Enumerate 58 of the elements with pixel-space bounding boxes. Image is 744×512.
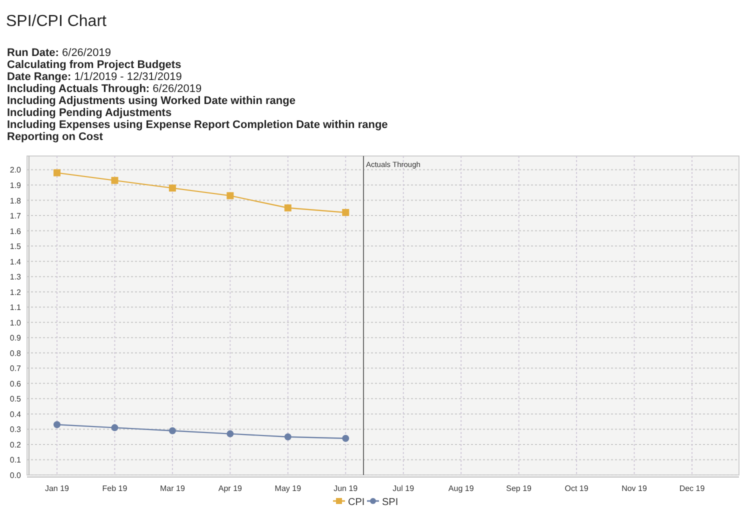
y-axis-label: 0.8 bbox=[10, 348, 21, 358]
y-axis-label: 0.4 bbox=[10, 410, 21, 419]
y-axis-label: 0.2 bbox=[10, 440, 21, 450]
y-axis-label: 1.6 bbox=[10, 226, 21, 236]
report-info-line: Including Pending Adjustments bbox=[7, 107, 173, 119]
x-axis-label: Jul 19 bbox=[392, 484, 414, 493]
point bbox=[111, 424, 118, 432]
y-axis-label: 1.0 bbox=[10, 318, 21, 328]
y-axis-label: 2.0 bbox=[10, 166, 21, 175]
point bbox=[226, 192, 234, 200]
y-axis-label: 0.6 bbox=[10, 379, 21, 388]
y-axis-label: 0.1 bbox=[10, 456, 21, 465]
y-axis-label: 0.3 bbox=[10, 425, 21, 434]
y-axis-label: 0.5 bbox=[10, 394, 21, 404]
report-info-line: Including Expenses using Expense Report Completion Date within range bbox=[7, 119, 389, 131]
y-axis-label: 1.2 bbox=[10, 288, 21, 297]
x-axis-label: Oct 19 bbox=[564, 484, 588, 493]
x-axis-label: Jan 19 bbox=[44, 484, 70, 493]
legend-label: CPI bbox=[348, 497, 365, 508]
page-title: SPI/CPI Chart bbox=[5, 12, 108, 32]
x-axis-label: Apr 19 bbox=[218, 484, 242, 493]
x-axis-label: Mar 19 bbox=[160, 484, 185, 493]
point bbox=[284, 204, 292, 212]
point bbox=[168, 184, 176, 192]
report-info-line: Reporting on Cost bbox=[7, 131, 104, 143]
x-axis-label: Nov 19 bbox=[622, 484, 647, 493]
y-axis-label: 1.5 bbox=[10, 242, 21, 252]
point bbox=[226, 430, 234, 438]
point bbox=[342, 208, 350, 216]
y-axis-label: 1.1 bbox=[10, 303, 21, 312]
point bbox=[284, 433, 292, 440]
y-axis-label: 1.9 bbox=[10, 181, 21, 190]
report-info-line: Run Date: 6/26/2019 bbox=[7, 47, 112, 59]
y-axis-label: 0.7 bbox=[10, 364, 21, 374]
report-info-line: Including Adjustments using Worked Date within range bbox=[7, 95, 296, 107]
legend-label: SPI bbox=[382, 497, 398, 508]
point bbox=[54, 421, 60, 428]
x-axis-label: Feb 19 bbox=[102, 484, 128, 493]
x-axis-label: Dec 19 bbox=[679, 484, 705, 493]
y-axis-label: 1.7 bbox=[10, 212, 21, 221]
y-axis-label: 1.3 bbox=[10, 272, 21, 282]
x-axis-label: Sep 19 bbox=[506, 484, 532, 493]
point bbox=[168, 427, 176, 434]
x-axis-label: Aug 19 bbox=[448, 484, 474, 493]
y-axis-label: 0.0 bbox=[10, 471, 21, 480]
legend-marker-icon bbox=[367, 498, 379, 504]
point bbox=[342, 434, 350, 442]
legend-marker-icon bbox=[333, 498, 345, 504]
point bbox=[111, 176, 118, 184]
y-axis-label: 1.4 bbox=[10, 257, 21, 266]
report-info-line: Calculating from Project Budgets bbox=[7, 59, 182, 71]
report-info-line: Including Actuals Through: 6/26/2019 bbox=[7, 83, 203, 95]
x-axis-label: Jun 19 bbox=[334, 484, 358, 493]
report-info-line: Date Range: 1/1/2019 - 12/31/2019 bbox=[7, 71, 183, 83]
x-axis-label: May 19 bbox=[274, 484, 302, 493]
y-axis-label: 1.8 bbox=[10, 196, 21, 206]
y-axis-label: 0.9 bbox=[10, 334, 21, 343]
point bbox=[54, 169, 60, 176]
